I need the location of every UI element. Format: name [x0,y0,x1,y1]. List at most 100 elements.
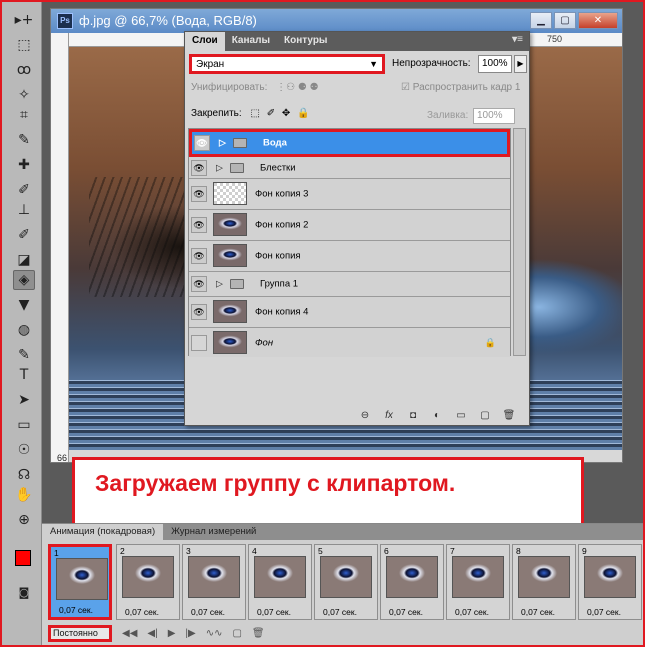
visibility-eye-icon[interactable]: 👁 [191,276,207,292]
opacity-input[interactable]: 100% [478,55,512,73]
previous-frame-icon[interactable]: ◀| [147,628,157,639]
frame-delay[interactable]: 0,07 сек. [323,607,357,617]
marquee-tool-icon[interactable]: ⬚ [13,35,35,55]
layer-row-fon-kopiya-3[interactable]: 👁 Фон копия 3 [189,179,510,210]
animation-frame[interactable]: 4 0,07 сек. [248,544,312,620]
animation-frame[interactable]: 8 0,07 сек. [512,544,576,620]
layer-row-gruppa-1[interactable]: 👁 ▷ Группа 1 [189,272,510,297]
visibility-eye-icon[interactable]: 👁 [191,159,207,176]
visibility-eye-icon[interactable]: 👁 [191,186,207,202]
clone-stamp-tool-icon[interactable]: ⊥ [13,200,35,220]
play-icon[interactable]: ▶ [168,628,176,639]
paint-bucket-tool-icon[interactable]: ◈ [13,270,35,290]
next-frame-icon[interactable]: |▶ [185,628,195,639]
fx-icon[interactable]: fx [381,410,397,421]
layer-row-fon-kopiya[interactable]: 👁 Фон копия [189,241,510,272]
crop-tool-icon[interactable]: ⌗ [13,105,35,125]
frame-delay[interactable]: 0,07 сек. [191,607,225,617]
frame-delay[interactable]: 0,07 сек. [587,607,621,617]
animation-frame[interactable]: 1 0,07 сек. [48,544,112,620]
visibility-eye-icon[interactable]: 👁 [191,248,207,264]
mask-icon[interactable]: ◘ [405,410,421,421]
quick-mask-icon[interactable]: ◙ [13,582,35,602]
lasso-tool-icon[interactable]: ꝏ [13,60,35,80]
path-selection-tool-icon[interactable]: ➤ [13,390,35,410]
healing-brush-tool-icon[interactable]: ✚ [13,155,35,175]
new-layer-icon[interactable]: ▢ [477,410,493,421]
zoom-tool-icon[interactable]: ⊕ [13,510,35,530]
window-controls: ▁ ▢ ✕ [530,12,618,29]
layer-row-fon[interactable]: · Фон 🔒 [189,328,510,357]
layer-row-fon-kopiya-4[interactable]: 👁 Фон копия 4 [189,297,510,328]
pen-tool-icon[interactable]: ✎ [13,345,35,365]
3d-orbit-tool-icon[interactable]: ☊ [13,465,35,485]
propagate-frame-checkbox[interactable]: ☑ Распространить кадр 1 [401,82,520,93]
folder-icon [233,138,247,148]
animation-frame[interactable]: 7 0,07 сек. [446,544,510,620]
unify-icons[interactable]: ⋮⚇ ⚈ ⚉ [276,82,318,93]
tab-measurement-log[interactable]: Журнал измерений [163,524,264,540]
history-brush-tool-icon[interactable]: ✐ [13,225,35,245]
foreground-color-swatch[interactable] [15,550,31,566]
layer-row-voda[interactable]: 👁 ▷ Вода [189,129,510,157]
quick-select-tool-icon[interactable]: ✧ [13,85,35,105]
lock-position-icon[interactable]: ✥ [282,108,290,119]
lock-transparent-icon[interactable]: ⬚ [250,108,259,119]
move-tool-icon[interactable]: ▸+ [13,10,35,30]
tab-animation[interactable]: Анимация (покадровая) [42,524,164,540]
shape-tool-icon[interactable]: ▭ [13,415,35,435]
duplicate-frame-icon[interactable]: ▢ [232,628,241,639]
minimize-button[interactable]: ▁ [530,12,552,29]
tab-layers[interactable]: Слои [185,32,225,51]
visibility-eye-icon[interactable]: · [191,334,207,351]
maximize-button[interactable]: ▢ [554,12,576,29]
adjustment-icon[interactable]: ◐ [429,410,445,421]
visibility-eye-icon[interactable]: 👁 [191,217,207,233]
frame-delay[interactable]: 0,07 сек. [59,605,93,615]
expand-triangle-icon[interactable]: ▷ [219,138,226,149]
visibility-eye-icon[interactable]: 👁 [194,135,210,151]
animation-frame[interactable]: 2 0,07 сек. [116,544,180,620]
blend-mode-select[interactable]: Экран ▼ [189,54,385,74]
expand-triangle-icon[interactable]: ▷ [216,162,223,173]
layers-scrollbar[interactable] [513,128,526,356]
animation-frame[interactable]: 6 0,07 сек. [380,544,444,620]
tween-icon[interactable]: ∿∿ [206,628,223,639]
blur-tool-icon[interactable]: ▼ [13,295,35,315]
link-icon[interactable]: ⊖ [357,410,373,421]
eyedropper-tool-icon[interactable]: ✎ [13,130,35,150]
tab-paths[interactable]: Контуры [277,32,334,51]
first-frame-icon[interactable]: ◀◀ [122,628,137,639]
folder-icon[interactable]: ▭ [453,410,469,421]
tab-channels[interactable]: Каналы [225,32,277,51]
3d-rotate-tool-icon[interactable]: ☉ [13,440,35,460]
animation-frame[interactable]: 3 0,07 сек. [182,544,246,620]
frame-delay[interactable]: 0,07 сек. [257,607,291,617]
panel-menu-icon[interactable]: ▾≡ [506,32,529,51]
eraser-tool-icon[interactable]: ◪ [13,250,35,270]
opacity-slider-arrow-icon[interactable]: ▶ [514,55,527,73]
loop-select[interactable]: Постоянно [48,624,112,642]
close-button[interactable]: ✕ [578,12,618,29]
frame-delay[interactable]: 0,07 сек. [389,607,423,617]
dodge-tool-icon[interactable]: ◍ [13,320,35,340]
animation-frame[interactable]: 9 0,07 сек. [578,544,642,620]
fill-input[interactable]: 100% [473,108,515,124]
lock-all-icon[interactable]: 🔒 [297,108,309,119]
type-tool-icon[interactable]: T [13,365,35,385]
frame-delay[interactable]: 0,07 сек. [125,607,159,617]
trash-icon[interactable]: 🗑 [501,410,517,421]
layer-name: Фон [255,337,274,348]
delete-frame-icon[interactable]: 🗑 [252,628,265,639]
visibility-eye-icon[interactable]: 👁 [191,304,207,320]
layer-row-blestki[interactable]: 👁 ▷ Блестки [189,157,510,179]
expand-triangle-icon[interactable]: ▷ [216,279,223,290]
animation-frame[interactable]: 5 0,07 сек. [314,544,378,620]
layer-row-fon-kopiya-2[interactable]: 👁 Фон копия 2 [189,210,510,241]
frame-thumbnail [254,556,306,598]
hand-tool-icon[interactable]: ✋ [13,485,35,505]
frame-delay[interactable]: 0,07 сек. [455,607,489,617]
frame-delay[interactable]: 0,07 сек. [521,607,555,617]
lock-brush-icon[interactable]: ✐ [267,108,275,119]
brush-tool-icon[interactable]: ✐ [13,180,35,200]
